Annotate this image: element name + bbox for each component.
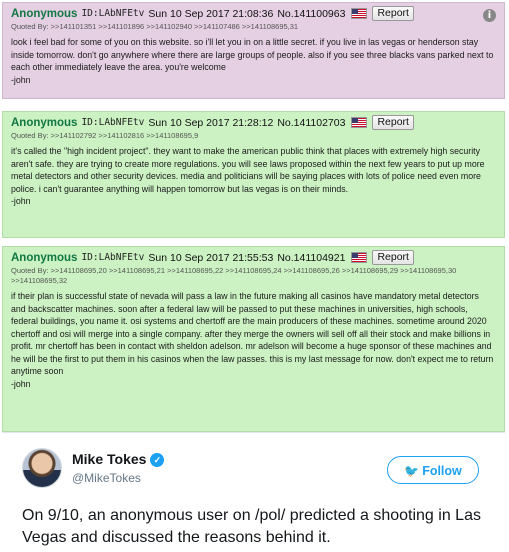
tweet-card: Mike Tokes ✓ @MikeTokes 🐦 Follow On 9/10, …: [2, 432, 505, 552]
tweet-text: On 9/10, an anonymous user on /pol/ pred…: [22, 507, 481, 546]
post-141100963: Anonymous ID:LAbNFEtv Sun 10 Sep 2017 21…: [2, 2, 505, 99]
post-text: look i feel bad for some of you on this …: [11, 37, 494, 85]
poster-name: Anonymous: [11, 7, 78, 20]
post-header: Anonymous ID:LAbNFEtv Sun 10 Sep 2017 21…: [11, 115, 496, 130]
follow-button[interactable]: 🐦 Follow: [387, 456, 479, 484]
post-text: it's called the "high incident project".…: [11, 146, 485, 206]
post-header: Anonymous ID:LAbNFEtv Sun 10 Sep 2017 21…: [11, 250, 496, 265]
us-flag-icon: [351, 252, 368, 263]
post-body: if their plan is successful state of nev…: [11, 290, 496, 390]
post-body: it's called the "high incident project".…: [11, 145, 496, 208]
report-button[interactable]: Report: [372, 250, 414, 265]
poster-name: Anonymous: [11, 116, 78, 129]
post-number[interactable]: No.141104921: [277, 252, 345, 264]
quoted-by[interactable]: Quoted By: >>141101351 >>141101896 >>141…: [11, 22, 496, 32]
post-date: Sun 10 Sep 2017 21:28:12: [148, 116, 274, 129]
twitter-bird-icon: 🐦: [404, 464, 420, 478]
poster-id[interactable]: ID:LAbNFEtv: [81, 8, 144, 19]
info-icon[interactable]: i: [483, 9, 496, 22]
tweet-author-name[interactable]: Mike Tokes ✓: [72, 451, 165, 467]
author-name-text[interactable]: Mike Tokes: [72, 451, 146, 467]
post-date: Sun 10 Sep 2017 21:55:53: [148, 251, 274, 264]
poster-name: Anonymous: [11, 251, 78, 264]
quoted-by[interactable]: Quoted By: >>141108695,20 >>141108695,21…: [11, 266, 496, 286]
us-flag-icon: [351, 8, 368, 19]
post-body: look i feel bad for some of you on this …: [11, 36, 496, 86]
post-number[interactable]: No.141102703: [277, 117, 345, 129]
report-button[interactable]: Report: [372, 115, 414, 130]
post-141102703: Anonymous ID:LAbNFEtv Sun 10 Sep 2017 21…: [2, 111, 505, 238]
verified-badge-icon: ✓: [150, 453, 165, 467]
post-header: Anonymous ID:LAbNFEtv Sun 10 Sep 2017 21…: [11, 6, 496, 21]
report-button[interactable]: Report: [372, 6, 414, 21]
poster-id[interactable]: ID:LAbNFEtv: [81, 117, 144, 128]
post-date: Sun 10 Sep 2017 21:08:36: [148, 7, 274, 20]
poster-id[interactable]: ID:LAbNFEtv: [81, 252, 144, 263]
post-141104921: Anonymous ID:LAbNFEtv Sun 10 Sep 2017 21…: [2, 246, 505, 432]
quoted-by[interactable]: Quoted By: >>141102792 >>141102816 >>141…: [11, 131, 496, 141]
post-text: if their plan is successful state of nev…: [11, 291, 494, 389]
tweet-author-handle[interactable]: @MikeTokes: [72, 471, 141, 485]
post-number[interactable]: No.141100963: [277, 8, 345, 20]
follow-label: Follow: [422, 464, 462, 478]
us-flag-icon: [351, 117, 368, 128]
avatar[interactable]: [22, 448, 62, 488]
